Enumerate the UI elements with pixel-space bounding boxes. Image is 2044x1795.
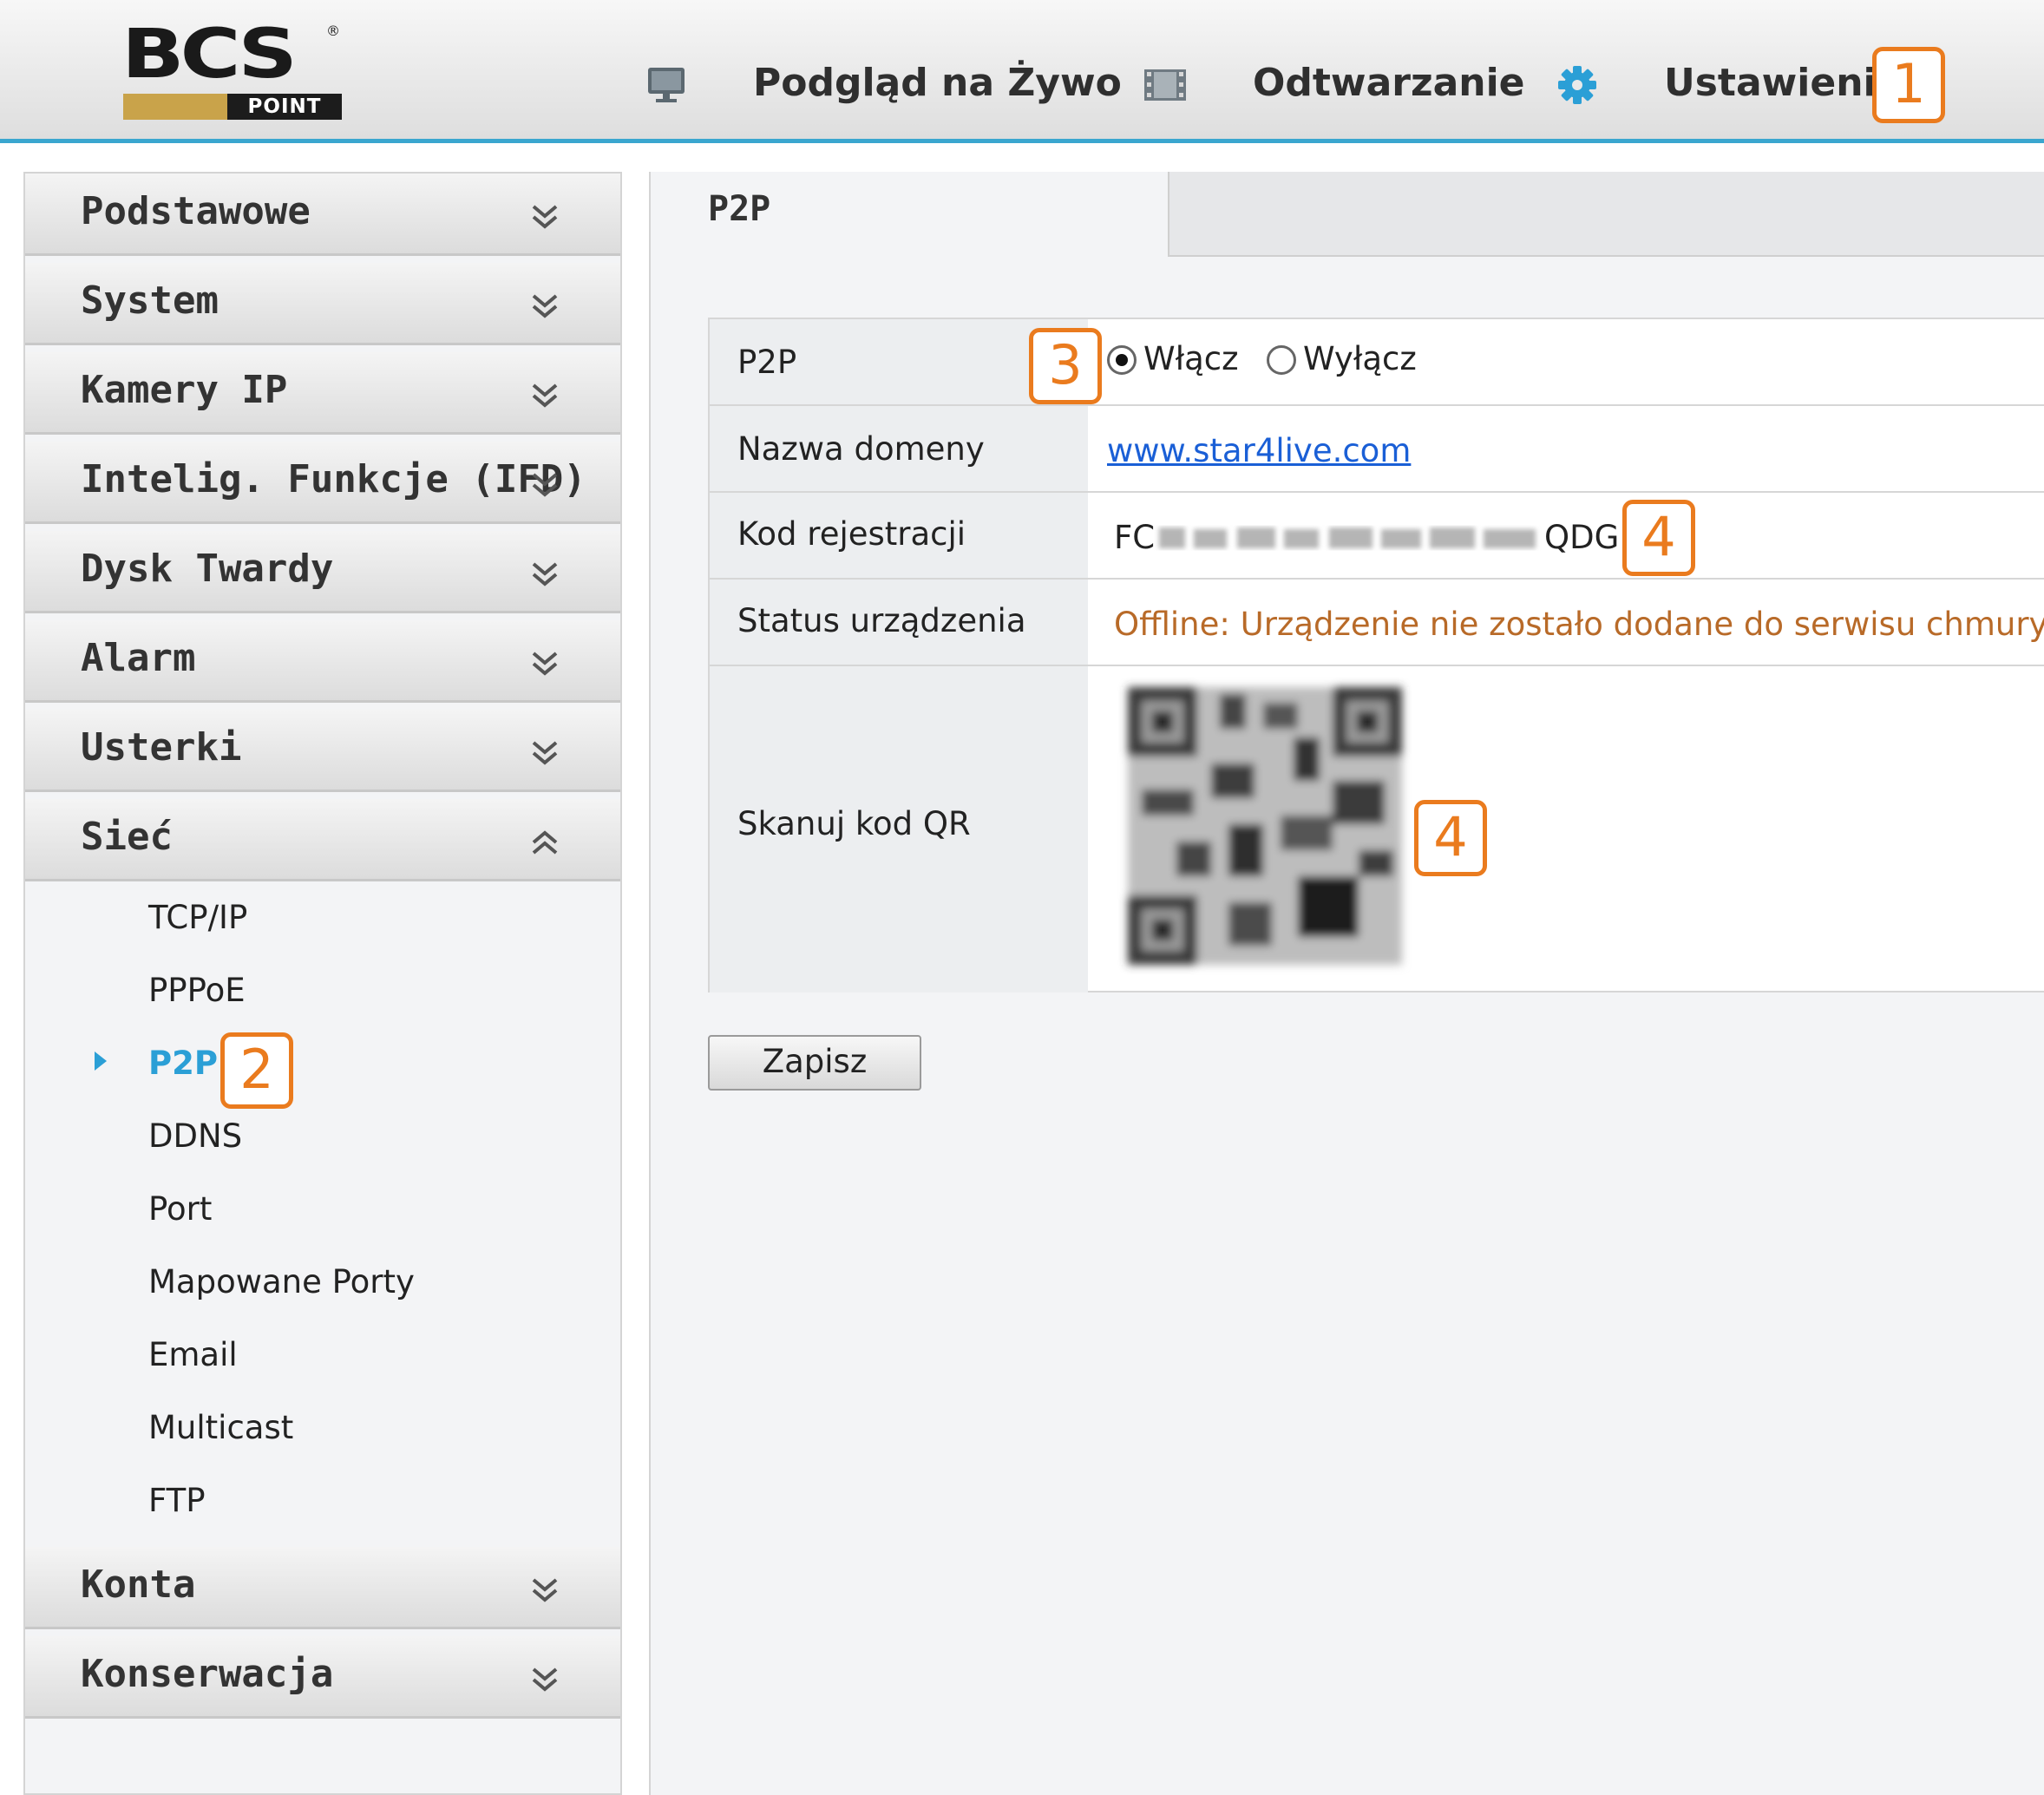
sidebar-section-podstawowe[interactable]: Podstawowe [25,174,620,256]
sidebar-item-port[interactable]: Port [148,1190,212,1228]
chevron-down-icon [532,294,558,318]
sidebar-item-tcp-ip[interactable]: TCP/IP [148,899,247,936]
film-icon[interactable] [1143,68,1187,102]
logo-sub: POINT [247,95,322,118]
sidebar-item-multicast[interactable]: Multicast [148,1409,293,1446]
chevron-down-icon [532,652,558,676]
bcs-point-logo: BCS ® POINT [121,16,342,123]
sidebar-section-label: Kamery IP [81,368,288,412]
top-header: BCS ® POINT Podgląd na Żywo Odtwarzanie [0,0,2044,143]
registration-code-prefix: FC [1114,519,1156,556]
tab-strip: P2P [651,172,2044,257]
chevron-down-icon [532,383,558,408]
sidebar-section-label: Alarm [81,636,196,680]
sidebar-item-email[interactable]: Email [148,1336,238,1373]
nav-settings[interactable]: Ustawienia [1664,52,1902,113]
device-status-value: Offline: Urządzenie nie zostało dodane d… [1114,606,2044,643]
active-item-caret-icon [95,1051,107,1071]
chevron-down-icon [532,741,558,765]
save-button[interactable]: Zapisz [708,1035,921,1091]
sidebar-section-label: Dysk Twardy [81,547,334,591]
sidebar-section-label: Podstawowe [81,189,311,233]
chevron-up-icon [532,830,558,855]
blurred-code-redaction [1159,527,1536,548]
p2p-row-label: P2P [737,344,797,381]
sidebar-section-konserwacja[interactable]: Konserwacja [25,1636,620,1719]
sidebar-section-label: System [81,278,219,323]
domain-row-label: Nazwa domeny [737,430,985,468]
annotation-badge-4-qr: 4 [1414,800,1487,876]
sidebar-item-pppoe[interactable]: PPPoE [148,972,246,1009]
sidebar-section-system[interactable]: System [25,263,620,345]
tab-p2p[interactable]: P2P [651,172,1169,257]
sidebar-item-mapped-ports[interactable]: Mapowane Porty [148,1263,415,1300]
sidebar-item-p2p[interactable]: P2P [148,1045,218,1082]
sidebar-section-siec[interactable]: Sieć [25,799,620,881]
sidebar-section-label: Konta [81,1562,196,1607]
domain-link[interactable]: www.star4live.com [1107,432,1411,469]
nav-playback[interactable]: Odtwarzanie [1253,52,1525,113]
p2p-disable-radio[interactable] [1267,345,1296,375]
sidebar-section-kamery-ip[interactable]: Kamery IP [25,352,620,435]
chevron-down-icon [532,1578,558,1602]
nav-playback-label[interactable]: Odtwarzanie [1253,61,1525,105]
sidebar-section-label: Usterki [81,725,242,770]
registration-code-row: Kod rejestracji FC QDG [710,493,2044,580]
gear-icon[interactable] [1556,64,1598,106]
logo-brand: BCS [121,16,298,94]
sidebar-item-ddns[interactable]: DDNS [148,1117,242,1155]
sidebar-section-intelig-funkcje[interactable]: Intelig. Funkcje (IFD) [25,442,620,524]
annotation-badge-1: 1 [1872,47,1945,123]
logo-registered-mark: ® [326,23,340,39]
sidebar-section-usterki[interactable]: Usterki [25,710,620,792]
sidebar-section-konta[interactable]: Konta [25,1547,620,1629]
sidebar-section-alarm[interactable]: Alarm [25,620,620,703]
sidebar-section-label: Konserwacja [81,1652,334,1696]
registration-code-label: Kod rejestracji [737,515,966,553]
sidebar-section-dysk-twardy[interactable]: Dysk Twardy [25,531,620,613]
sidebar-section-label: Sieć [81,815,173,859]
qr-code-image [1107,668,1419,989]
registration-code-suffix: QDG [1544,519,1620,556]
p2p-toggle-row: P2P Włącz Wyłącz [710,319,2044,406]
annotation-badge-4-code: 4 [1622,500,1695,576]
chevron-down-icon [532,1667,558,1692]
tab-p2p-label: P2P [708,189,771,229]
p2p-enable-label[interactable]: Włącz [1143,340,1239,377]
chevron-down-icon [532,473,558,497]
nav-live-view[interactable]: Podgląd na Żywo [753,52,1122,113]
chevron-down-icon [532,562,558,586]
domain-row: Nazwa domeny www.star4live.com [710,406,2044,493]
p2p-disable-label[interactable]: Wyłącz [1303,340,1417,377]
chevron-down-icon [532,205,558,229]
device-status-row: Status urządzenia Offline: Urządzenie ni… [710,580,2044,666]
monitor-icon[interactable] [645,64,687,106]
annotation-badge-3: 3 [1029,328,1102,404]
settings-sidebar: Podstawowe System Kamery IP Intelig. Fun… [23,172,622,1795]
sidebar-section-label: Intelig. Funkcje (IFD) [81,457,586,501]
p2p-enable-radio[interactable] [1107,345,1137,375]
radio-selected-dot [1116,354,1128,366]
qr-code-label: Skanuj kod QR [737,805,971,842]
nav-settings-label[interactable]: Ustawienia [1664,61,1902,105]
sidebar-item-ftp[interactable]: FTP [148,1482,206,1519]
nav-live-view-label[interactable]: Podgląd na Żywo [753,61,1122,105]
annotation-badge-2: 2 [220,1032,293,1109]
device-status-label: Status urządzenia [737,602,1026,639]
